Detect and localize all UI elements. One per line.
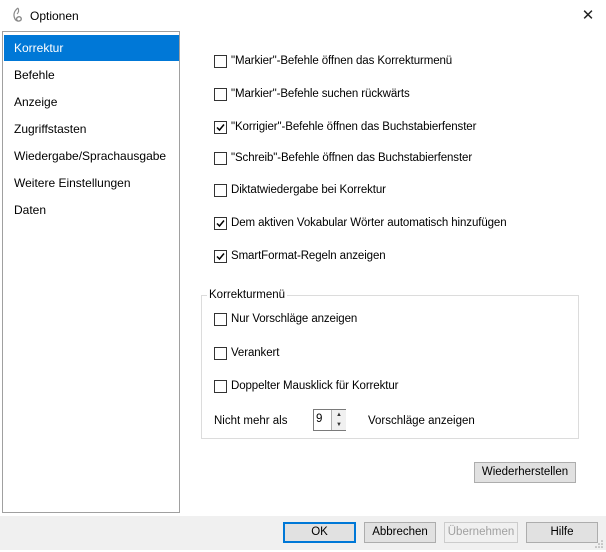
sidebar-item-korrektur[interactable]: Korrektur bbox=[4, 35, 179, 61]
checkmark-icon bbox=[216, 252, 225, 260]
option-label: Diktatwiedergabe bei Korrektur bbox=[231, 184, 386, 196]
spinner-suffix-label: Vorschläge anzeigen bbox=[368, 415, 475, 427]
stepper-value[interactable]: 9 bbox=[316, 413, 322, 425]
option-label: Dem aktiven Vokabular Wörter automatisch… bbox=[231, 217, 507, 229]
app-logo-icon bbox=[10, 7, 24, 23]
stepper-down-arrow-icon[interactable]: ▼ bbox=[331, 420, 346, 430]
option-doppelklick[interactable]: Doppelter Mausklick für Korrektur bbox=[214, 378, 398, 394]
option-verankert[interactable]: Verankert bbox=[214, 345, 279, 361]
sidebar-item-wiedergabe[interactable]: Wiedergabe/Sprachausgabe bbox=[4, 143, 179, 169]
title-bar: Optionen ✕ bbox=[0, 0, 606, 31]
checkbox[interactable] bbox=[214, 87, 227, 101]
sidebar-item-anzeige[interactable]: Anzeige bbox=[4, 89, 179, 115]
resize-grip-icon[interactable] bbox=[594, 538, 604, 548]
close-icon: ✕ bbox=[581, 7, 595, 24]
option-korrigier-buchstabierfenster[interactable]: "Korrigier"-Befehle öffnen das Buchstabi… bbox=[214, 119, 476, 135]
option-smartformat[interactable]: SmartFormat-Regeln anzeigen bbox=[214, 248, 386, 264]
option-label: Doppelter Mausklick für Korrektur bbox=[231, 380, 399, 392]
group-label: Korrekturmenü bbox=[207, 289, 288, 301]
cancel-button[interactable]: Abbrechen bbox=[364, 522, 436, 543]
option-label: "Korrigier"-Befehle öffnen das Buchstabi… bbox=[231, 121, 477, 133]
sidebar-item-befehle[interactable]: Befehle bbox=[4, 62, 179, 88]
close-button[interactable]: ✕ bbox=[570, 0, 606, 31]
help-button[interactable]: Hilfe bbox=[526, 522, 598, 543]
option-label: Verankert bbox=[231, 347, 280, 359]
checkbox[interactable] bbox=[214, 312, 227, 326]
option-label: "Markier"-Befehle suchen rückwärts bbox=[231, 88, 410, 100]
sidebar-item-weitere-einstellungen[interactable]: Weitere Einstellungen bbox=[4, 170, 179, 196]
checkbox-checked[interactable] bbox=[214, 120, 227, 134]
sidebar: Korrektur Befehle Anzeige Zugriffstasten… bbox=[2, 31, 180, 513]
ok-button[interactable]: OK bbox=[283, 522, 356, 543]
option-diktatwiedergabe[interactable]: Diktatwiedergabe bei Korrektur bbox=[214, 182, 386, 198]
restore-button[interactable]: Wiederherstellen bbox=[474, 462, 576, 483]
spinner-prefix-label: Nicht mehr als bbox=[214, 415, 288, 427]
window-title: Optionen bbox=[30, 9, 79, 23]
option-vokabular-hinzufuegen[interactable]: Dem aktiven Vokabular Wörter automatisch… bbox=[214, 215, 507, 231]
checkbox-checked[interactable] bbox=[214, 216, 227, 230]
sidebar-item-daten[interactable]: Daten bbox=[4, 197, 179, 223]
option-label: SmartFormat-Regeln anzeigen bbox=[231, 250, 386, 262]
checkmark-icon bbox=[216, 219, 225, 227]
checkbox[interactable] bbox=[214, 54, 227, 68]
suggestion-count-stepper[interactable]: 9 ▲ ▼ bbox=[313, 409, 346, 431]
checkbox[interactable] bbox=[214, 379, 227, 393]
option-markier-korrekturmenu[interactable]: "Markier"-Befehle öffnen das Korrekturme… bbox=[214, 53, 452, 69]
dialog-footer: OK Abbrechen Übernehmen Hilfe bbox=[0, 516, 606, 550]
checkbox[interactable] bbox=[214, 151, 227, 165]
checkbox-checked[interactable] bbox=[214, 249, 227, 263]
checkmark-icon bbox=[216, 123, 225, 131]
option-schreib-buchstabierfenster[interactable]: "Schreib"-Befehle öffnen das Buchstabier… bbox=[214, 150, 472, 166]
option-nur-vorschlaege[interactable]: Nur Vorschläge anzeigen bbox=[214, 311, 357, 327]
option-label: Nur Vorschläge anzeigen bbox=[231, 313, 358, 325]
checkbox[interactable] bbox=[214, 346, 227, 360]
option-markier-rueckwaerts[interactable]: "Markier"-Befehle suchen rückwärts bbox=[214, 86, 410, 102]
checkbox[interactable] bbox=[214, 183, 227, 197]
apply-button[interactable]: Übernehmen bbox=[444, 522, 518, 543]
option-label: "Schreib"-Befehle öffnen das Buchstabier… bbox=[231, 152, 473, 164]
option-label: "Markier"-Befehle öffnen das Korrekturme… bbox=[231, 55, 453, 67]
sidebar-item-zugriffstasten[interactable]: Zugriffstasten bbox=[4, 116, 179, 142]
